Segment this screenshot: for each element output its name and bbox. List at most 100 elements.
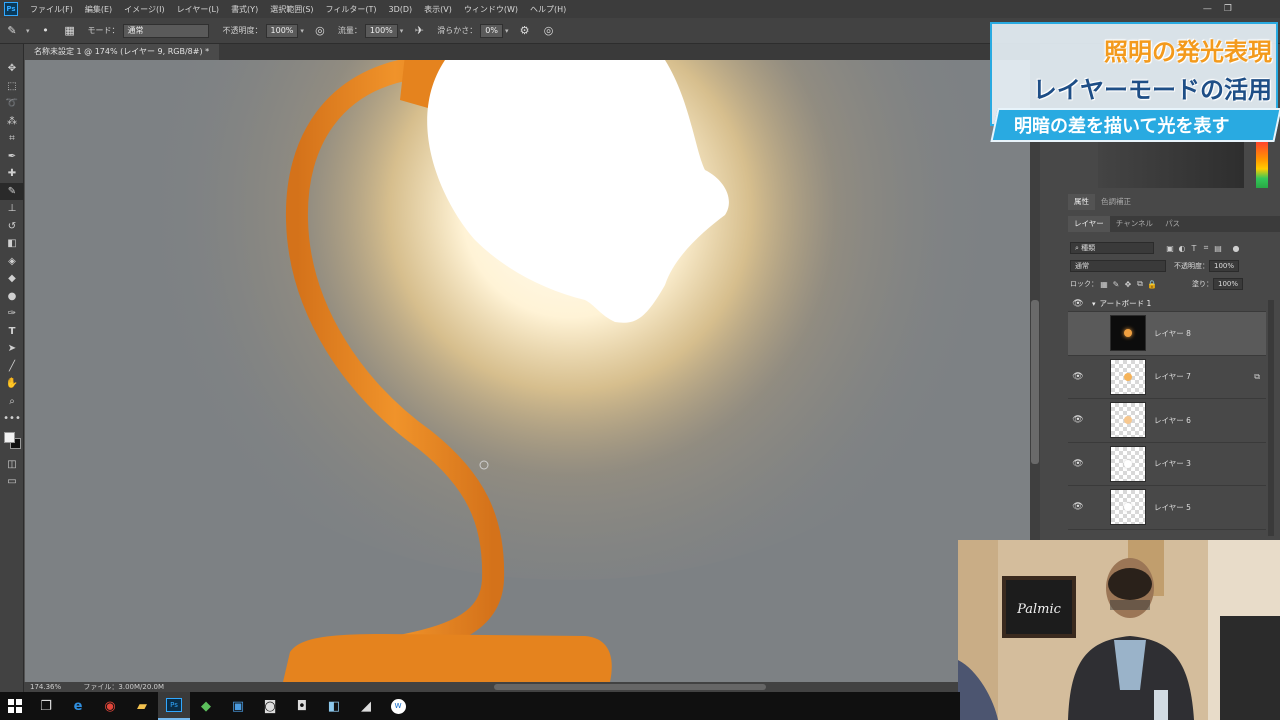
brush-settings-icon[interactable]: ▦ (63, 24, 77, 38)
tab-adjustments[interactable]: 色調補正 (1095, 194, 1137, 210)
path-selection-tool-icon[interactable]: ➤ (0, 340, 24, 358)
lock-all-icon[interactable]: 🔒 (1146, 280, 1158, 289)
lock-pixels-icon[interactable]: ✎ (1110, 280, 1122, 289)
menu-3d[interactable]: 3D(D) (383, 5, 419, 14)
app-icon[interactable]: w (382, 692, 414, 720)
chevron-down-icon[interactable]: ▾ (1092, 300, 1096, 308)
move-tool-icon[interactable]: ✥ (0, 60, 24, 78)
filter-toggle-icon[interactable]: ● (1230, 244, 1242, 253)
tab-paths[interactable]: パス (1159, 216, 1186, 232)
file-explorer-icon[interactable]: ▰ (126, 692, 158, 720)
blend-mode-select[interactable]: 通常 (1070, 260, 1166, 272)
smoothing-field[interactable]: 0% (480, 23, 503, 38)
restore-icon[interactable]: ❐ (1224, 4, 1232, 14)
canvas-vertical-scroll-thumb[interactable] (1031, 300, 1039, 464)
layer-name[interactable]: レイヤー 8 (1154, 328, 1191, 339)
maps-icon[interactable]: ◆ (190, 692, 222, 720)
blur-tool-icon[interactable]: ◆ (0, 270, 24, 288)
dodge-tool-icon[interactable]: ● (0, 288, 24, 306)
quick-mask-icon[interactable]: ◫ (0, 456, 24, 474)
eye-icon[interactable]: 👁 (1068, 502, 1088, 512)
eye-icon[interactable]: 👁 (1068, 415, 1088, 425)
minimize-icon[interactable]: — (1203, 4, 1212, 14)
crop-tool-icon[interactable]: ⌗ (0, 130, 24, 148)
chevron-down-icon[interactable]: ▾ (300, 27, 304, 35)
menu-view[interactable]: 表示(V) (418, 4, 458, 15)
airbrush-icon[interactable]: ✈ (412, 24, 426, 38)
eraser-tool-icon[interactable]: ◧ (0, 235, 24, 253)
filter-pixel-icon[interactable]: ▣ (1164, 244, 1176, 253)
filter-smart-object-icon[interactable]: ▤ (1212, 244, 1224, 253)
menu-layer[interactable]: レイヤー(L) (171, 4, 225, 15)
layer-link-icon[interactable]: ⧉ (1254, 372, 1260, 382)
document-canvas[interactable] (25, 60, 1030, 682)
lock-transparency-icon[interactable]: ▦ (1098, 280, 1110, 289)
more-tools-icon[interactable]: ••• (0, 410, 24, 428)
menu-select[interactable]: 選択範囲(S) (264, 4, 319, 15)
paint-bucket-tool-icon[interactable]: ◈ (0, 253, 24, 271)
app-icon[interactable]: ◢ (350, 692, 382, 720)
menu-file[interactable]: ファイル(F) (24, 4, 79, 15)
layer-name[interactable]: レイヤー 3 (1154, 458, 1191, 469)
tab-properties[interactable]: 属性 (1068, 194, 1095, 210)
layer-opacity-field[interactable]: 100% (1209, 260, 1240, 272)
marquee-tool-icon[interactable]: ⬚ (0, 78, 24, 96)
layer-filter-select[interactable]: ⌕ 種類 (1070, 242, 1154, 254)
menu-image[interactable]: イメージ(I) (118, 4, 170, 15)
store-icon[interactable]: ▣ (222, 692, 254, 720)
pressure-opacity-icon[interactable]: ◎ (313, 24, 327, 38)
history-brush-tool-icon[interactable]: ↺ (0, 218, 24, 236)
layer-name[interactable]: レイヤー 7 (1154, 371, 1191, 382)
layer-name[interactable]: レイヤー 5 (1154, 502, 1191, 513)
mode-select[interactable]: 通常 (122, 23, 209, 38)
type-tool-icon[interactable]: T (0, 323, 24, 341)
windows-start-icon[interactable] (0, 692, 30, 720)
zoom-tool-icon[interactable]: ⌕ (0, 393, 24, 411)
layer-row[interactable]: 👁 レイヤー 6 (1068, 399, 1266, 443)
healing-brush-tool-icon[interactable]: ✚ (0, 165, 24, 183)
eye-icon[interactable]: 👁 (1068, 299, 1088, 309)
eye-icon[interactable]: 👁 (1068, 328, 1088, 338)
menu-edit[interactable]: 編集(E) (79, 4, 118, 15)
edge-icon[interactable]: e (62, 692, 94, 720)
layer-row[interactable]: 👁 レイヤー 8 (1068, 312, 1266, 356)
lock-artboard-icon[interactable]: ⧉ (1134, 279, 1146, 289)
opacity-field[interactable]: 100% (265, 23, 299, 38)
layer-row[interactable]: 👁 レイヤー 5 (1068, 486, 1266, 530)
gear-icon[interactable]: ⚙ (518, 24, 532, 38)
layers-scrollbar[interactable] (1268, 300, 1274, 536)
eyedropper-tool-icon[interactable]: ✒ (0, 148, 24, 166)
artboard-group[interactable]: 👁 ▾ アートボード 1 (1068, 296, 1266, 312)
filter-shape-icon[interactable]: ⌗ (1200, 243, 1212, 253)
fill-field[interactable]: 100% (1213, 278, 1244, 290)
app-icon[interactable]: ◙ (254, 692, 286, 720)
menu-window[interactable]: ウィンドウ(W) (458, 4, 524, 15)
magic-wand-tool-icon[interactable]: ⁂ (0, 113, 24, 131)
layer-name[interactable]: レイヤー 6 (1154, 415, 1191, 426)
color-picker-field[interactable] (1098, 140, 1244, 188)
pen-tool-icon[interactable]: ✑ (0, 305, 24, 323)
brush-tool-icon[interactable]: ✎ (0, 182, 24, 200)
lasso-tool-icon[interactable]: ➰ (0, 95, 24, 113)
task-view-icon[interactable]: ❐ (30, 692, 62, 720)
app-icon[interactable]: ◘ (286, 692, 318, 720)
lock-position-icon[interactable]: ✥ (1122, 280, 1134, 289)
tab-layers[interactable]: レイヤー (1068, 216, 1110, 232)
line-tool-icon[interactable]: ╱ (0, 358, 24, 376)
hand-tool-icon[interactable]: ✋ (0, 375, 24, 393)
screen-mode-icon[interactable]: ▭ (0, 473, 24, 491)
color-swatches[interactable] (0, 428, 24, 456)
hue-slider[interactable] (1256, 140, 1268, 188)
eye-icon[interactable]: 👁 (1068, 459, 1088, 469)
menu-help[interactable]: ヘルプ(H) (524, 4, 572, 15)
filter-type-icon[interactable]: T (1188, 244, 1200, 253)
brush-size-icon[interactable]: • (39, 24, 53, 38)
chrome-icon[interactable]: ◉ (94, 692, 126, 720)
layer-row[interactable]: 👁 レイヤー 7 ⧉ (1068, 356, 1266, 399)
zoom-level[interactable]: 174.36% (30, 683, 61, 691)
flow-field[interactable]: 100% (364, 23, 398, 38)
brush-preset-icon[interactable]: ✎ (5, 24, 19, 38)
clone-stamp-tool-icon[interactable]: ⊥ (0, 200, 24, 218)
canvas-horizontal-scrollbar[interactable] (494, 684, 766, 690)
filter-adjustment-icon[interactable]: ◐ (1176, 244, 1188, 253)
